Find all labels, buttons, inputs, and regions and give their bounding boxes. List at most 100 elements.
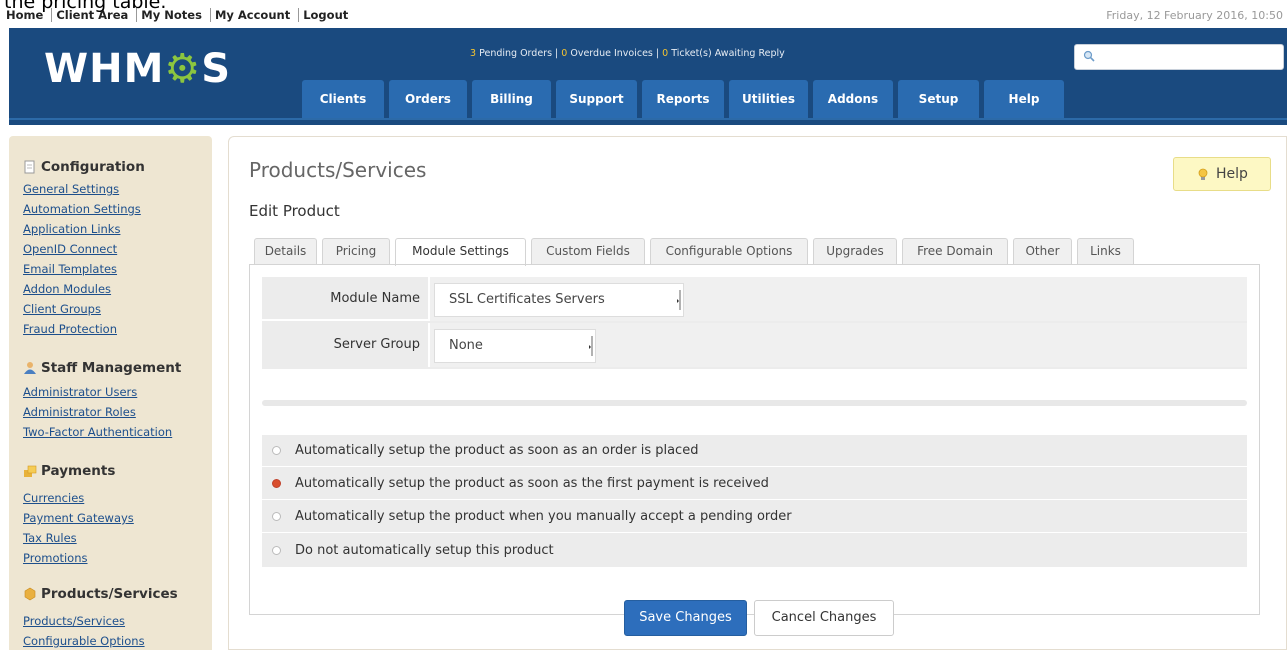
tickets-awaiting-link[interactable]: Ticket(s) Awaiting Reply <box>671 48 785 59</box>
sidebar-link-addon-modules[interactable]: Addon Modules <box>23 279 145 299</box>
tab-free-domain[interactable]: Free Domain <box>902 238 1008 264</box>
cancel-changes-button[interactable]: Cancel Changes <box>754 600 894 636</box>
nav-tab-help[interactable]: Help <box>984 80 1064 118</box>
nav-tab-clients[interactable]: Clients <box>302 80 384 118</box>
sidebar-section-products: Products/Services Products/Services Conf… <box>23 586 178 650</box>
current-date: Friday, 12 February 2016, 10:50 <box>1106 9 1283 22</box>
radio-label: Automatically setup the product as soon … <box>295 443 699 458</box>
sidebar-heading-text: Staff Management <box>41 360 182 376</box>
section-title: Edit Product <box>249 202 340 220</box>
top-link-home[interactable]: Home <box>6 8 47 22</box>
pending-orders-link[interactable]: Pending Orders <box>479 48 552 59</box>
logo-suffix: S <box>201 46 232 92</box>
radio-button[interactable] <box>272 512 281 521</box>
sidebar-section-configuration: Configuration General Settings Automatio… <box>23 159 145 339</box>
sidebar-link-client-groups[interactable]: Client Groups <box>23 299 145 319</box>
main-content: Products/Services Help Edit Product Deta… <box>228 136 1287 650</box>
nav-tab-orders[interactable]: Orders <box>389 80 467 118</box>
sidebar-link-two-factor-authentication[interactable]: Two-Factor Authentication <box>23 422 181 442</box>
help-button-label: Help <box>1216 166 1248 182</box>
main-nav: Clients Orders Billing Support Reports U… <box>302 80 1064 118</box>
sidebar: Configuration General Settings Automatio… <box>9 136 212 650</box>
search-input[interactable] <box>1074 44 1284 70</box>
payments-icon <box>24 465 37 477</box>
sidebar-link-products-services[interactable]: Products/Services <box>23 611 178 631</box>
radio-label: Automatically setup the product as soon … <box>295 476 769 491</box>
tickets-count: 0 <box>662 48 669 59</box>
sidebar-link-payment-gateways[interactable]: Payment Gateways <box>23 508 134 528</box>
radio-button[interactable] <box>272 545 281 555</box>
sidebar-heading: Products/Services <box>23 586 178 602</box>
sidebar-heading: Configuration <box>23 159 145 175</box>
sidebar-link-currencies[interactable]: Currencies <box>23 488 134 508</box>
tab-custom-fields[interactable]: Custom Fields <box>531 238 645 264</box>
radio-option-no-auto-setup[interactable]: Do not automatically setup this product <box>262 534 1247 566</box>
search-icon <box>1083 50 1095 62</box>
sidebar-link-fraud-protection[interactable]: Fraud Protection <box>23 319 145 339</box>
sidebar-heading-text: Configuration <box>41 159 145 175</box>
pending-orders-count: 3 <box>470 48 477 59</box>
sidebar-link-openid-connect[interactable]: OpenID Connect <box>23 239 145 259</box>
sidebar-section-payments: Payments Currencies Payment Gateways Tax… <box>23 463 134 568</box>
logo-prefix: WHM <box>44 46 165 92</box>
sidebar-heading-text: Products/Services <box>41 586 178 602</box>
top-link-my-account[interactable]: My Account <box>209 8 295 22</box>
products-icon <box>24 587 36 601</box>
page: the pricing table. Home Client Area My N… <box>0 0 1287 650</box>
form-row-module-name: Module Name SSL Certificates Servers <box>262 277 1247 321</box>
sidebar-heading-text: Payments <box>41 463 116 479</box>
sidebar-link-tax-rules[interactable]: Tax Rules <box>23 528 134 548</box>
header-bottom-bar <box>9 118 1287 125</box>
sidebar-link-promotions[interactable]: Promotions <box>23 548 134 568</box>
sidebar-link-general-settings[interactable]: General Settings <box>23 179 145 199</box>
server-group-value: None <box>449 338 483 353</box>
nav-tab-setup[interactable]: Setup <box>898 80 979 118</box>
nav-tab-utilities[interactable]: Utilities <box>729 80 808 118</box>
chevron-down-icon <box>589 336 593 356</box>
form-value-cell: SSL Certificates Servers <box>428 277 1247 321</box>
sidebar-link-administrator-users[interactable]: Administrator Users <box>23 382 181 402</box>
help-button[interactable]: Help <box>1173 157 1271 191</box>
module-name-select[interactable]: SSL Certificates Servers <box>434 283 684 317</box>
tab-links[interactable]: Links <box>1077 238 1134 264</box>
gear-icon: ⚙ <box>164 46 202 92</box>
nav-tab-addons[interactable]: Addons <box>813 80 893 118</box>
save-changes-button[interactable]: Save Changes <box>624 600 747 636</box>
sidebar-link-automation-settings[interactable]: Automation Settings <box>23 199 145 219</box>
radio-button-selected[interactable] <box>272 479 281 488</box>
tab-pricing[interactable]: Pricing <box>322 238 390 264</box>
nav-tab-billing[interactable]: Billing <box>472 80 551 118</box>
sidebar-heading: Payments <box>23 463 134 479</box>
tab-configurable-options[interactable]: Configurable Options <box>650 238 808 264</box>
notification-bar: 3 Pending Orders | 0 Overdue Invoices | … <box>470 48 785 59</box>
sidebar-link-email-templates[interactable]: Email Templates <box>23 259 145 279</box>
top-link-client-area[interactable]: Client Area <box>51 8 133 22</box>
product-tabs: Details Pricing Module Settings Custom F… <box>254 238 1134 266</box>
radio-option-first-payment[interactable]: Automatically setup the product as soon … <box>262 468 1247 500</box>
whmcs-logo[interactable]: WHM⚙S <box>44 46 231 92</box>
setup-options: Automatically setup the product as soon … <box>262 435 1247 567</box>
sidebar-heading: Staff Management <box>23 360 181 376</box>
top-link-my-notes[interactable]: My Notes <box>136 8 206 22</box>
sidebar-link-application-links[interactable]: Application Links <box>23 219 145 239</box>
sidebar-link-administrator-roles[interactable]: Administrator Roles <box>23 402 181 422</box>
lightbulb-icon <box>1198 168 1208 180</box>
radio-option-order-placed[interactable]: Automatically setup the product as soon … <box>262 435 1247 467</box>
sidebar-link-configurable-options[interactable]: Configurable Options <box>23 631 178 650</box>
server-group-select[interactable]: None <box>434 329 596 363</box>
tab-other[interactable]: Other <box>1013 238 1072 264</box>
top-links: Home Client Area My Notes My Account Log… <box>6 8 353 22</box>
nav-tab-support[interactable]: Support <box>556 80 637 118</box>
radio-button[interactable] <box>272 446 281 455</box>
overdue-invoices-link[interactable]: Overdue Invoices <box>570 48 653 59</box>
tab-details[interactable]: Details <box>254 238 317 264</box>
staff-icon <box>24 362 36 374</box>
nav-tab-reports[interactable]: Reports <box>642 80 724 118</box>
tab-upgrades[interactable]: Upgrades <box>813 238 897 264</box>
form-row-server-group: Server Group None <box>262 323 1247 367</box>
tab-module-settings[interactable]: Module Settings <box>395 238 526 266</box>
top-link-logout[interactable]: Logout <box>298 8 353 22</box>
divider <box>262 400 1247 406</box>
radio-option-manual-accept[interactable]: Automatically setup the product when you… <box>262 501 1247 533</box>
separator: | <box>652 48 663 59</box>
